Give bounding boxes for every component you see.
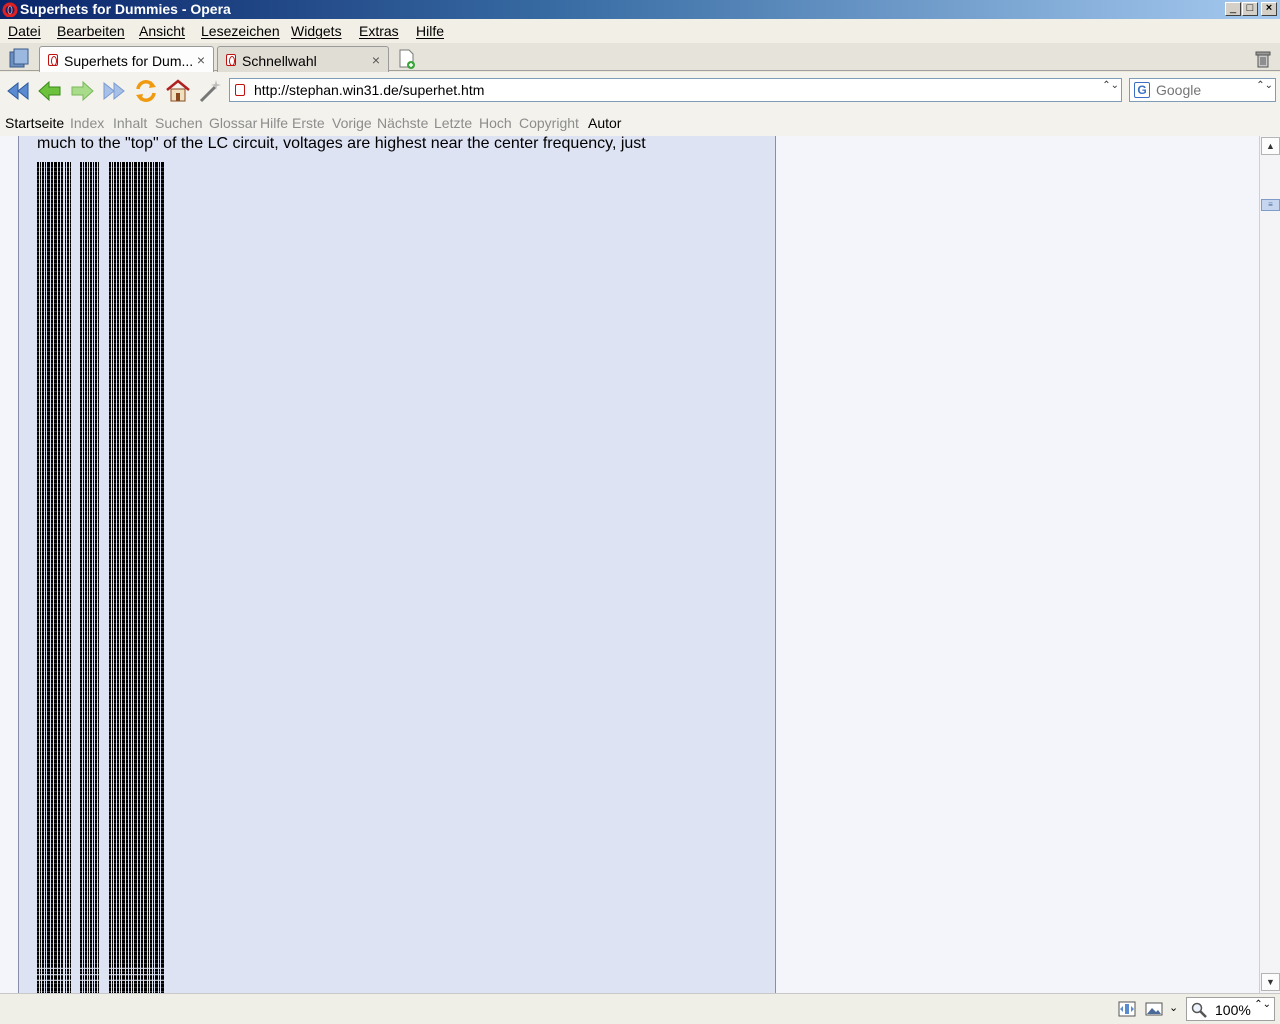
address-input[interactable] [254,80,1094,100]
wand-icon[interactable] [196,77,224,105]
navlink-suchen: Suchen [155,115,203,131]
close-window-button[interactable]: × [1261,2,1277,16]
navlink-glossar: Glossar [209,115,258,131]
zoom-control[interactable]: 100% ⌃⌄ [1186,997,1275,1021]
status-bar: ⌄ 100% ⌃⌄ [0,993,1280,1024]
address-dropdown-icon[interactable]: ⌃⌄ [1102,81,1119,91]
address-bar[interactable]: ⌃⌄ [229,78,1122,102]
navlink-startseite[interactable]: Startseite [5,115,64,131]
minimize-button[interactable]: _ [1225,2,1241,16]
opera-page-icon [235,84,245,96]
vertical-scrollbar[interactable]: ▲ ≡ ▼ [1259,136,1280,993]
navlink-hoch: Hoch [479,115,512,131]
search-input[interactable] [1156,80,1256,100]
opera-page-icon [48,54,58,66]
reload-icon[interactable] [132,77,160,105]
zoom-dropdown-icon[interactable]: ⌃⌄ [1254,1000,1271,1010]
maximize-button[interactable]: □ [1242,2,1258,16]
title-bar: Superhets for Dummies - Opera _ □ × [0,0,1280,19]
scroll-thumb[interactable]: ≡ [1261,199,1280,211]
navigation-toolbar: ⌃⌄ G ⌃⌄ [0,72,1280,110]
rewind-icon[interactable] [4,77,32,105]
close-tab-icon[interactable]: × [372,52,380,68]
tab-schnellwahl[interactable]: Schnellwahl × [217,46,389,72]
navlink-erste: Erste [292,115,325,131]
close-tab-icon[interactable]: × [197,52,205,68]
navlink-hilfe: Hilfe [260,115,289,131]
image-toggle-icon[interactable] [1145,1000,1165,1018]
navlink-naechste: Nächste [377,115,429,131]
navlink-letzte: Letzte [434,115,473,131]
zoom-value: 100% [1215,1002,1251,1018]
page-viewport[interactable]: much to the "top" of the LC circuit, vol… [0,136,1259,993]
trash-icon[interactable] [1255,50,1271,68]
google-icon[interactable]: G [1134,82,1150,98]
navlink-vorige: Vorige [332,115,372,131]
search-bar[interactable]: G ⌃⌄ [1129,78,1276,102]
tab-bar: Superhets for Dum... × Schnellwahl × [0,43,1280,73]
back-icon[interactable] [36,77,64,105]
menu-bar: Datei Bearbeiten Ansicht Lesezeichen Wid… [0,19,1280,43]
search-dropdown-icon[interactable]: ⌃⌄ [1256,81,1273,91]
home-icon[interactable] [164,77,192,105]
menu-ansicht[interactable]: Ansicht [139,23,185,39]
menu-bearbeiten[interactable]: Bearbeiten [57,23,125,39]
menu-widgets[interactable]: Widgets [291,23,342,39]
navigation-links-bar: Startseite Index Inhalt Suchen Glossar H… [0,110,1280,136]
ascii-diagram-image [37,162,165,993]
menu-lesezeichen[interactable]: Lesezeichen [201,23,280,39]
scroll-down-button[interactable]: ▼ [1261,973,1280,991]
menu-hilfe[interactable]: Hilfe [416,23,444,39]
forward-icon[interactable] [68,77,96,105]
tab-label: Superhets for Dum... [64,53,194,69]
panel-toggle-icon[interactable] [8,47,32,69]
tab-superhets[interactable]: Superhets for Dum... × [39,46,214,73]
image-dropdown-icon[interactable]: ⌄ [1169,1001,1178,1014]
navlink-autor[interactable]: Autor [588,115,621,131]
menu-datei[interactable]: Datei [8,23,41,39]
menu-extras[interactable]: Extras [359,23,399,39]
opera-page-icon [226,54,236,66]
fit-to-width-icon[interactable] [1117,1000,1137,1018]
tab-label: Schnellwahl [242,53,317,69]
navlink-index: Index [70,115,105,131]
navlink-inhalt: Inhalt [113,115,148,131]
fast-forward-icon[interactable] [100,77,128,105]
navlink-copyright: Copyright [519,115,579,131]
article-text-line: much to the "top" of the LC circuit, vol… [37,136,646,152]
opera-logo-icon [2,2,18,17]
window-title: Superhets for Dummies - Opera [20,1,231,17]
scroll-up-button[interactable]: ▲ [1261,137,1280,155]
magnifier-icon [1191,1002,1207,1018]
new-tab-icon[interactable] [397,48,417,70]
